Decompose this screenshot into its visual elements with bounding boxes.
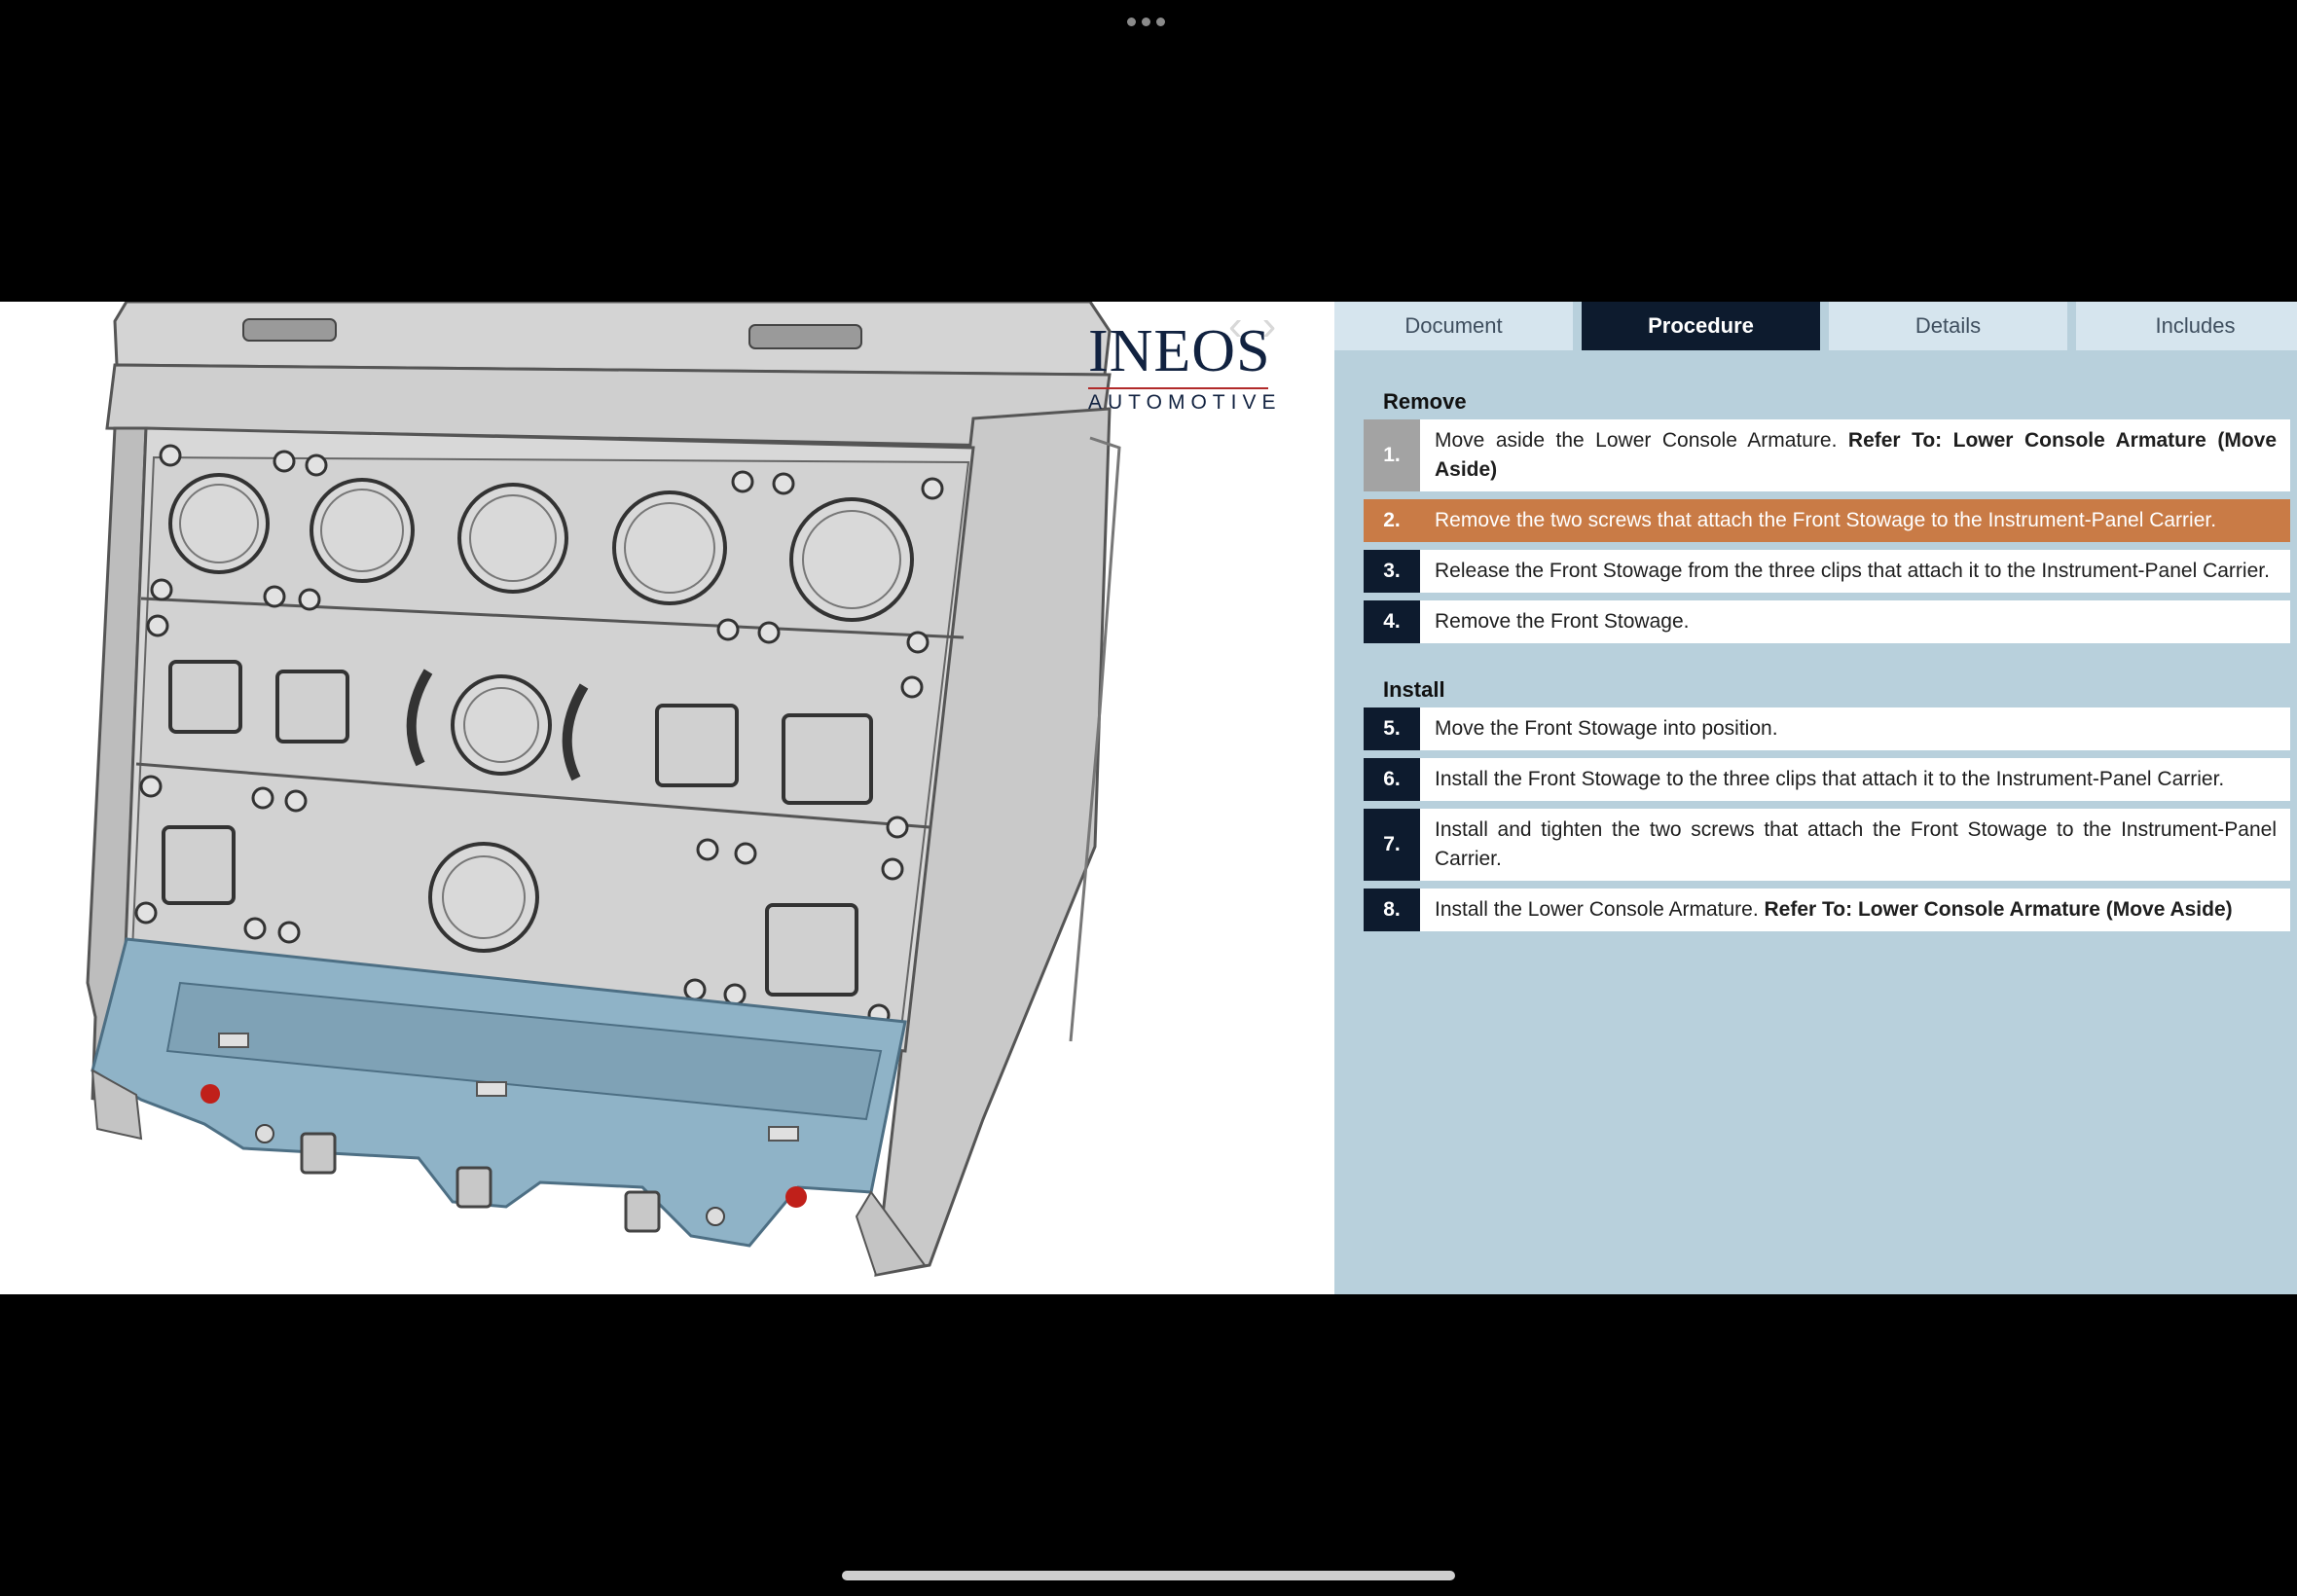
tab-procedure[interactable]: Procedure	[1582, 302, 1820, 350]
procedure-step[interactable]: 1. Move aside the Lower Console Armature…	[1364, 419, 2290, 491]
instrument-panel-model	[86, 302, 1121, 1277]
logo-subtitle: AUTOMOTIVE	[1088, 387, 1275, 415]
step-instruction: Install the Lower Console Armature.	[1435, 898, 1759, 921]
step-number: 4.	[1364, 600, 1420, 643]
section-title-remove: Remove	[1383, 389, 1467, 414]
procedure-step[interactable]: 6. Install the Front Stowage to the thre…	[1364, 758, 2290, 801]
step-text: Move aside the Lower Console Armature. R…	[1420, 419, 2290, 491]
step-instruction: Move aside the Lower Console Armature.	[1435, 429, 1838, 452]
step-text: Install and tighten the two screws that …	[1435, 818, 2277, 870]
procedure-panel: Document Procedure Details Includes Remo…	[1334, 302, 2297, 1294]
step-text: Remove the Front Stowage.	[1435, 610, 1690, 633]
procedure-step[interactable]: 5. Move the Front Stowage into position.	[1364, 707, 2290, 750]
procedure-content: Remove 1. Move aside the Lower Console A…	[1364, 384, 2290, 939]
step-text: Install the Lower Console Armature. Refe…	[1420, 889, 2290, 931]
section-title-install: Install	[1383, 677, 1445, 702]
step-number: 1.	[1364, 419, 1420, 491]
step-number: 7.	[1364, 809, 1420, 881]
tab-document[interactable]: Document	[1334, 302, 1573, 350]
step-text: Install the Front Stowage to the three c…	[1435, 768, 2225, 790]
home-indicator[interactable]	[842, 1571, 1455, 1580]
procedure-step[interactable]: 3. Release the Front Stowage from the th…	[1364, 550, 2290, 593]
chevron-right-icon[interactable]: ›	[1262, 302, 1277, 349]
model-nav-arrows[interactable]: ‹ ›	[1228, 302, 1295, 350]
tab-bar: Document Procedure Details Includes	[1334, 302, 2297, 350]
step-text: Move the Front Stowage into position.	[1435, 717, 1778, 740]
tab-details[interactable]: Details	[1829, 302, 2067, 350]
3d-model-viewer[interactable]: INEOS AUTOMOTIVE ‹ ›	[0, 302, 1334, 1294]
step-number: 6.	[1364, 758, 1420, 801]
step-number: 5.	[1364, 707, 1420, 750]
step-reference-link[interactable]: Refer To: Lower Console Armature (Move A…	[1765, 898, 2233, 921]
step-text: Release the Front Stowage from the three…	[1435, 560, 2270, 582]
step-number: 8.	[1364, 889, 1420, 931]
procedure-step[interactable]: 4. Remove the Front Stowage.	[1364, 600, 2290, 643]
tab-includes[interactable]: Includes	[2076, 302, 2297, 350]
procedure-step[interactable]: 7. Install and tighten the two screws th…	[1364, 809, 2290, 881]
step-text: Remove the two screws that attach the Fr…	[1435, 509, 2217, 531]
step-number: 3.	[1364, 550, 1420, 593]
multitask-dots[interactable]	[1127, 18, 1165, 26]
chevron-left-icon[interactable]: ‹	[1228, 302, 1243, 349]
step-number: 2.	[1364, 499, 1420, 542]
procedure-step[interactable]: 8. Install the Lower Console Armature. R…	[1364, 889, 2290, 931]
procedure-step-highlighted[interactable]: 2. Remove the two screws that attach the…	[1364, 499, 2290, 542]
